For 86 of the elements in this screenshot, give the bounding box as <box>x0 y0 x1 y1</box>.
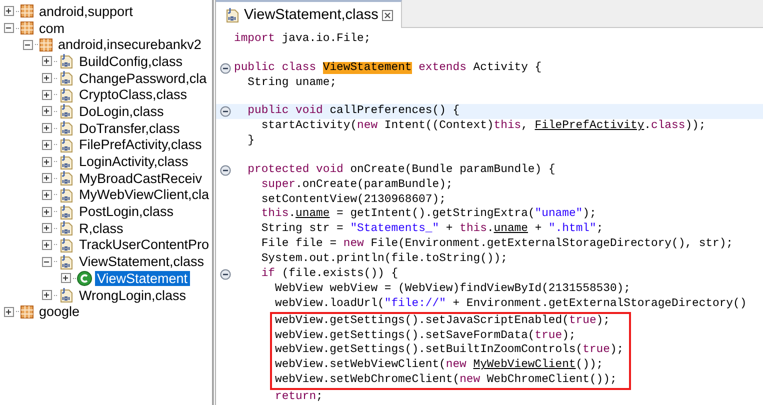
tree-item[interactable]: MyBroadCastReceiv <box>77 170 204 186</box>
code-line: System.out.println(file.toString()); <box>260 252 508 267</box>
expand-icon[interactable] <box>42 123 52 134</box>
code-line: WebView webView = (WebView)findViewById(2131558530); <box>274 282 630 297</box>
class-file-icon <box>58 204 74 220</box>
package-icon <box>20 21 34 36</box>
code-line: webView.getSettings().setBuiltInZoomControls(true); <box>275 343 624 358</box>
tree-item[interactable]: PostLogin,class <box>77 204 176 220</box>
class-icon <box>77 270 92 286</box>
package-icon <box>39 38 53 52</box>
expand-icon[interactable] <box>42 240 52 250</box>
code-line: File file = new File(Environment.getExternalStorageDirectory(), str); <box>260 237 734 252</box>
expand-icon[interactable] <box>42 140 52 150</box>
class-file-icon <box>224 7 240 23</box>
expand-icon[interactable] <box>42 73 52 84</box>
tree-item[interactable]: google <box>37 304 82 320</box>
tree-item[interactable]: MyWebViewClient,cla <box>77 187 212 202</box>
tree-item[interactable]: R,class <box>77 220 126 236</box>
code-line: public void callPreferences() { <box>246 104 460 120</box>
expand-icon[interactable] <box>42 106 52 116</box>
class-file-icon <box>58 136 74 153</box>
expand-icon[interactable] <box>42 90 52 100</box>
code-line: return; <box>274 390 323 405</box>
code-line: webView.setWebChromeClient(new WebChromeClient()); <box>275 373 617 388</box>
code-line: String uname; <box>246 76 337 90</box>
expand-icon[interactable] <box>42 290 52 300</box>
code-line: protected void onCreate(Bundle paramBundle) { <box>246 162 556 178</box>
expand-icon[interactable] <box>42 206 52 217</box>
code-line: public class ViewStatement extends Activity { <box>234 60 542 76</box>
expand-icon[interactable] <box>42 156 52 167</box>
collapse-icon[interactable] <box>220 106 230 118</box>
code-line: webView.getSettings().setSaveFormData(true); <box>275 328 576 344</box>
tree-item[interactable]: TrackUserContentPro <box>77 237 212 252</box>
expand-icon[interactable] <box>61 273 71 284</box>
expand-icon[interactable] <box>42 173 52 184</box>
class-file-icon <box>58 236 74 253</box>
code-line: super.onCreate(paramBundle); <box>260 178 453 193</box>
class-file-icon <box>58 70 74 86</box>
class-file-icon <box>58 120 74 136</box>
collapse-icon[interactable] <box>4 23 14 34</box>
tree-item[interactable]: WrongLogin,class <box>77 288 188 303</box>
code-line: String str = "Statements_" + this.uname + ".html"; <box>260 222 604 238</box>
tree-item[interactable]: com <box>37 20 67 36</box>
editor-tab[interactable]: ViewStatement,class <box>216 0 402 28</box>
tree-item[interactable]: ViewStatement <box>95 270 190 286</box>
class-file-icon <box>58 186 74 203</box>
expand-icon[interactable] <box>42 190 52 200</box>
expand-icon[interactable] <box>42 223 52 234</box>
expand-icon[interactable] <box>42 56 52 66</box>
tree-item[interactable]: android,insecurebankv2 <box>56 37 204 52</box>
class-file-icon <box>58 103 74 120</box>
tree-item[interactable]: ViewStatement,class <box>77 254 206 270</box>
code-line: this.uname = getIntent().getStringExtra("uname"); <box>260 207 596 222</box>
code-line: webView.getSettings().setJavaScriptEnabled(true); <box>275 314 610 329</box>
class-file-icon <box>58 170 74 186</box>
tree-item[interactable]: DoLogin,class <box>77 104 166 119</box>
class-file-icon <box>58 254 74 270</box>
package-icon <box>20 4 34 18</box>
code-line: webView.loadUrl("file://" + Environment.getExternalStorageDirectory() <box>274 296 747 312</box>
close-icon[interactable] <box>382 10 394 20</box>
collapse-icon[interactable] <box>220 268 230 280</box>
tree-item[interactable]: CryptoClass,class <box>77 87 190 102</box>
tree-item[interactable]: ChangePassword,cla <box>77 70 209 86</box>
tree-item[interactable]: DoTransfer,class <box>77 120 182 136</box>
code-line: } <box>246 134 255 149</box>
tree-item[interactable]: android,support <box>37 4 135 19</box>
collapse-icon[interactable] <box>220 62 230 74</box>
collapse-icon[interactable] <box>220 164 230 176</box>
collapse-icon[interactable] <box>42 256 52 267</box>
class-file-icon <box>58 53 74 70</box>
code-line: import java.io.File; <box>234 32 371 47</box>
expand-icon[interactable] <box>4 306 14 317</box>
class-file-icon <box>58 287 74 304</box>
class-file-icon <box>58 220 74 236</box>
tree-item[interactable]: BuildConfig,class <box>77 54 185 69</box>
class-file-icon <box>58 154 74 170</box>
tree-item[interactable]: LoginActivity,class <box>77 154 190 170</box>
code-line: startActivity(new Intent((Context)this, FilePrefActivity.class)); <box>260 119 706 134</box>
expand-icon[interactable] <box>4 6 14 16</box>
tree-item[interactable]: FilePrefActivity,class <box>77 137 204 152</box>
code-line: if (file.exists()) { <box>260 266 398 282</box>
class-file-icon <box>58 86 74 103</box>
code-line: setContentView(2130968607); <box>260 192 446 208</box>
package-icon <box>20 304 34 319</box>
code-line: webView.setWebViewClient(new MyWebViewClient()); <box>275 358 604 374</box>
collapse-icon[interactable] <box>23 40 33 50</box>
